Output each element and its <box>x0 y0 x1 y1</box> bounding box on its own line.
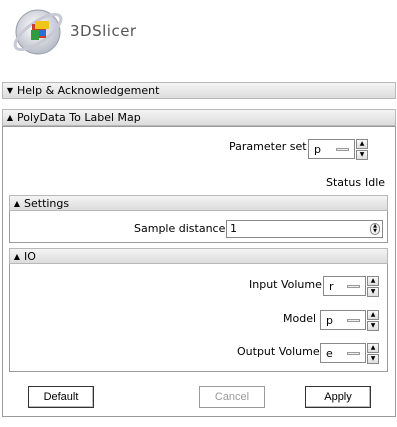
output-volume-label: Output Volume <box>237 345 320 358</box>
status-label: Status <box>326 176 362 189</box>
io-header[interactable]: ▲ IO <box>9 248 388 264</box>
collapse-down-icon: ▼ <box>6 86 14 95</box>
help-acknowledgement-header[interactable]: ▼ Help & Acknowledgement <box>2 82 396 99</box>
sample-distance-field[interactable]: 1 ▲ ▼ <box>226 220 383 238</box>
status-value: Idle <box>365 176 386 189</box>
polydata-to-label-map-title: PolyData To Label Map <box>17 111 141 124</box>
input-volume-spinner[interactable]: ▲ ▼ <box>367 276 379 297</box>
spin-down-icon[interactable]: ▼ <box>367 287 379 297</box>
help-acknowledgement-title: Help & Acknowledgement <box>17 84 160 97</box>
cancel-button: Cancel <box>199 386 265 408</box>
spin-up-icon[interactable]: ▲ <box>367 276 379 286</box>
input-volume-menu[interactable]: r <box>323 276 366 296</box>
polydata-to-label-map-header[interactable]: ▲ PolyData To Label Map <box>2 109 396 126</box>
spin-down-icon[interactable]: ▼ <box>367 321 379 331</box>
model-menu[interactable]: p <box>320 310 366 330</box>
parameter-set-label: Parameter set <box>229 140 307 153</box>
menu-indicator-icon <box>336 148 349 151</box>
output-volume-spinner[interactable]: ▲ ▼ <box>367 343 379 364</box>
input-volume-label: Input Volume <box>249 278 322 291</box>
slicer-logo-icon <box>13 9 63 55</box>
spinner-icon[interactable]: ▲ ▼ <box>370 223 380 235</box>
output-volume-menu[interactable]: e <box>320 343 366 363</box>
model-label: Model <box>283 312 317 325</box>
menu-indicator-icon <box>347 285 360 288</box>
slicer-logo: 3DSlicer <box>4 2 164 62</box>
model-spinner[interactable]: ▲ ▼ <box>367 310 379 331</box>
parameter-set-value: p <box>314 142 321 156</box>
spin-down-icon[interactable]: ▼ <box>367 354 379 364</box>
sample-distance-value: 1 <box>230 222 237 235</box>
parameter-set-spinner[interactable]: ▲ ▼ <box>356 139 368 160</box>
io-title: IO <box>24 249 36 263</box>
default-button[interactable]: Default <box>28 386 94 408</box>
menu-indicator-icon <box>347 352 360 355</box>
spin-down-icon[interactable]: ▼ <box>356 150 368 160</box>
apply-button[interactable]: Apply <box>305 386 371 408</box>
collapse-up-icon: ▲ <box>13 251 21 261</box>
settings-header[interactable]: ▲ Settings <box>9 195 388 211</box>
spin-up-icon[interactable]: ▲ <box>367 343 379 353</box>
collapse-up-icon: ▲ <box>6 113 14 122</box>
input-volume-value: r <box>329 279 334 293</box>
settings-title: Settings <box>24 196 70 210</box>
menu-indicator-icon <box>347 319 360 322</box>
collapse-up-icon: ▲ <box>13 198 21 208</box>
spin-up-icon[interactable]: ▲ <box>356 139 368 149</box>
parameter-set-menu[interactable]: p <box>308 139 355 159</box>
spin-up-icon[interactable]: ▲ <box>367 310 379 320</box>
output-volume-value: e <box>326 346 333 360</box>
model-value: p <box>326 313 333 327</box>
sample-distance-label: Sample distance <box>134 222 226 235</box>
app-name: 3DSlicer <box>70 22 137 40</box>
